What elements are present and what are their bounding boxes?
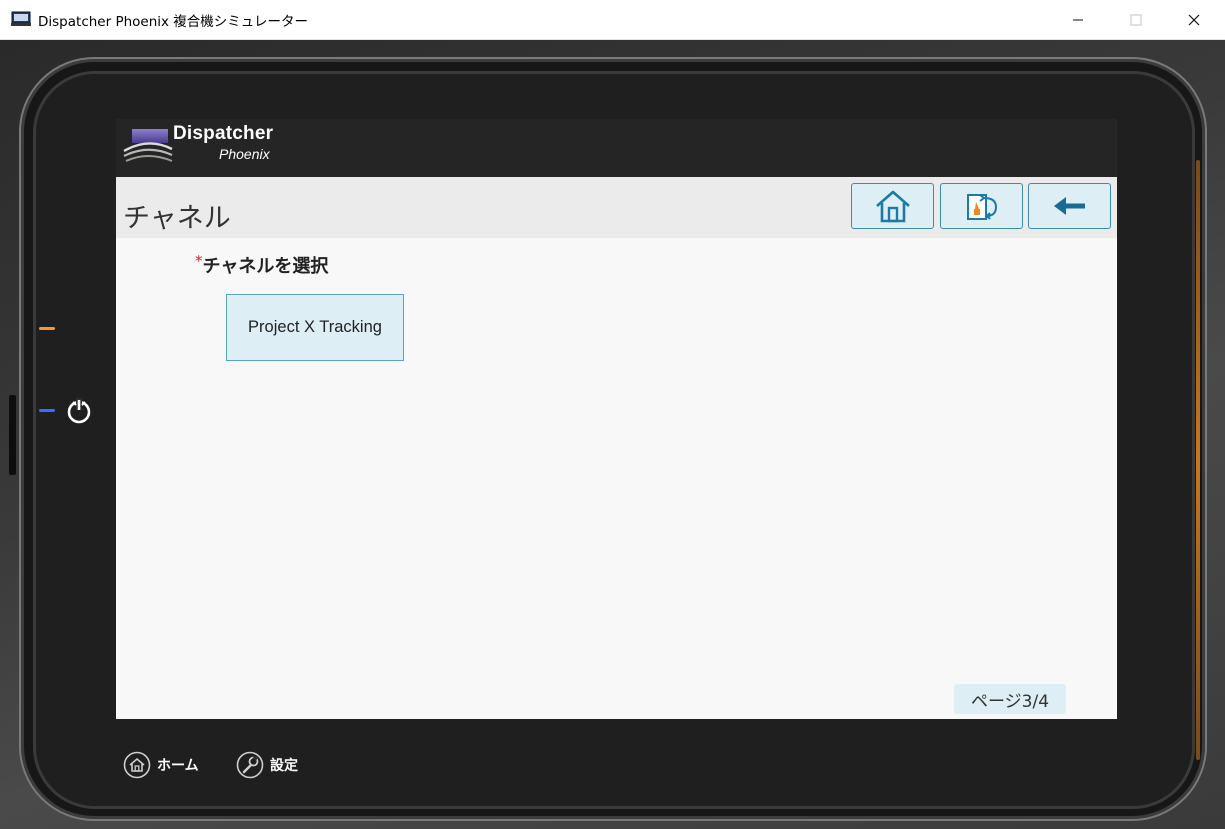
bottom-settings-button[interactable]: 設定 [236,750,298,780]
home-button[interactable] [851,183,934,229]
back-arrow-icon [1053,197,1085,215]
device-edge-highlight [1196,160,1200,760]
home-icon [875,190,910,223]
logo-text-dispatcher: Dispatcher [173,123,274,144]
back-button[interactable] [1028,183,1111,229]
monitor-icon [11,11,31,26]
channel-option-label: Project X Tracking [248,318,382,336]
minimize-button[interactable] [1049,0,1107,39]
brand-header: Dispatcher Phoenix [116,119,1117,177]
switch-app-icon [966,194,997,220]
power-icon[interactable] [65,396,93,426]
minimize-icon [1073,19,1083,20]
channel-select-label: *チャネルを選択 [195,252,328,278]
status-led-orange [39,327,55,330]
channel-option-button[interactable]: Project X Tracking [226,294,404,361]
page-indicator: ページ3/4 [954,684,1066,714]
dispatcher-logo-icon [123,129,173,162]
bottom-settings-label: 設定 [270,758,298,774]
channel-select-label-text: チャネルを選択 [202,256,329,277]
device-stage: Dispatcher Phoenix チャネル *チャネルを選択 Project… [0,40,1225,829]
window-title: Dispatcher Phoenix 複合機シミュレーター [38,14,309,30]
wrench-circle-icon [236,751,264,779]
home-circle-icon [123,751,151,779]
window-titlebar: Dispatcher Phoenix 複合機シミュレーター [0,0,1225,40]
required-mark: * [195,252,203,270]
logo-text-phoenix: Phoenix [219,146,270,162]
close-icon [1188,14,1200,25]
status-led-blue [39,409,55,412]
device-screen: Dispatcher Phoenix チャネル *チャネルを選択 Project… [116,119,1117,719]
page-title: チャネル [123,203,231,234]
close-button[interactable] [1165,0,1223,39]
page-indicator-text: ページ3/4 [970,691,1050,712]
screen-title-bar: チャネル [116,177,1117,238]
maximize-button[interactable] [1107,0,1165,39]
bottom-home-button[interactable]: ホーム [123,750,199,780]
maximize-icon [1130,14,1142,25]
bottom-home-label: ホーム [157,758,199,774]
side-button[interactable] [9,395,16,475]
switch-app-button[interactable] [940,183,1023,229]
